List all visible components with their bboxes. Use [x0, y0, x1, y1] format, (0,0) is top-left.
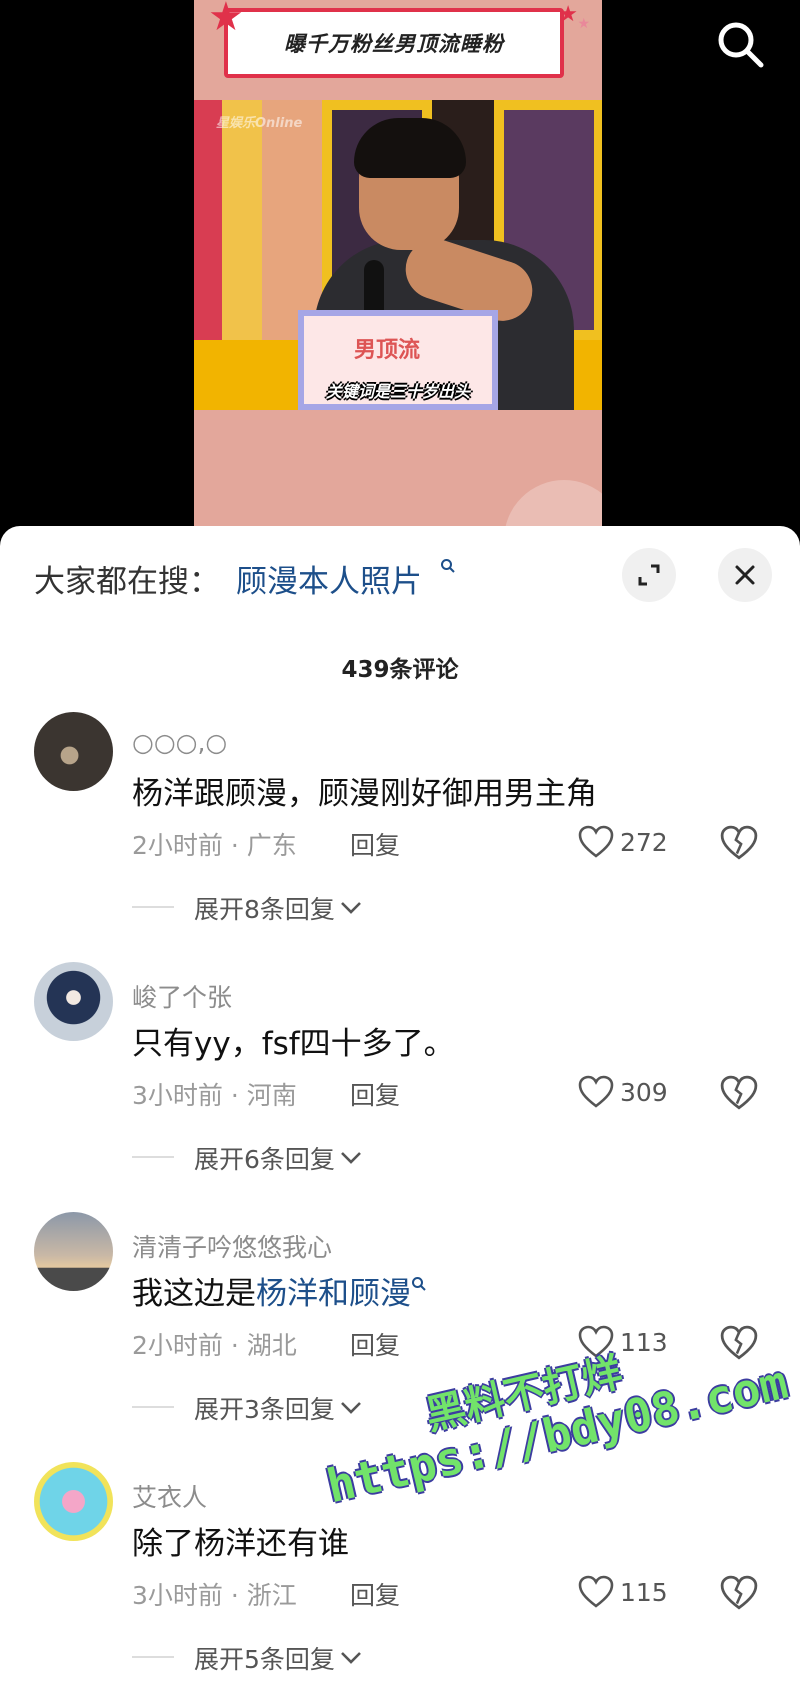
avatar[interactable] [34, 962, 113, 1041]
comment-meta: 2小时前 · 广东 [132, 831, 297, 860]
video-banner: ★ 曝千万粉丝男顶流睡粉 ★ ★ [208, 0, 590, 86]
comment-item: 峻了个张 只有yy，fsf四十多了。 3小时前 · 河南 回复 309 展开6条… [0, 962, 800, 1212]
like-button[interactable]: 309 [578, 1072, 668, 1112]
reply-button[interactable]: 回复 [350, 1576, 400, 1612]
star-icon: ★ [577, 16, 590, 32]
avatar[interactable] [34, 1212, 113, 1291]
video-frame[interactable]: ★ 曝千万粉丝男顶流睡粉 ★ ★ 男顶流 星娱乐Online 关键词是三十岁出头 [194, 0, 602, 540]
broken-heart-icon [720, 825, 758, 860]
comment-meta: 2小时前 · 湖北 [132, 1331, 297, 1360]
comment-username[interactable]: 清清子吟悠悠我心 [132, 1228, 332, 1264]
video-banner-title: 曝千万粉丝男顶流睡粉 [284, 32, 504, 56]
broken-heart-icon [720, 1575, 758, 1610]
expand-icon [638, 564, 660, 586]
dislike-button[interactable] [720, 1574, 758, 1612]
search-small-icon [411, 1277, 427, 1297]
chevron-down-icon [340, 1402, 361, 1414]
heart-icon [578, 1325, 614, 1358]
comment-text: 除了杨洋还有谁 [132, 1526, 349, 1562]
star-icon: ★ [558, 2, 578, 27]
star-icon: ★ [208, 0, 244, 40]
expand-replies-button[interactable]: 展开5条回复 [132, 1640, 363, 1676]
like-button[interactable]: 115 [578, 1572, 668, 1612]
dislike-button[interactable] [720, 824, 758, 862]
comment-username[interactable]: 艾衣人 [132, 1478, 207, 1514]
like-count: 272 [620, 827, 668, 857]
video-player[interactable]: ★ 曝千万粉丝男顶流睡粉 ★ ★ 男顶流 星娱乐Online 关键词是三十岁出头 [0, 0, 800, 540]
search-suggestion-prefix: 大家都在搜： [34, 564, 220, 600]
like-button[interactable]: 113 [578, 1322, 668, 1362]
comment-meta: 3小时前 · 河南 [132, 1081, 297, 1110]
close-button[interactable] [718, 548, 772, 602]
avatar[interactable] [34, 712, 113, 791]
expand-button[interactable] [622, 548, 676, 602]
dislike-button[interactable] [720, 1074, 758, 1112]
chevron-down-icon [340, 1652, 361, 1664]
expand-replies-button[interactable]: 展开6条回复 [132, 1140, 363, 1176]
expand-replies-button[interactable]: 展开8条回复 [132, 890, 363, 926]
broken-heart-icon [720, 1075, 758, 1110]
chevron-down-icon [340, 902, 361, 914]
like-button[interactable]: 272 [578, 822, 668, 862]
like-count: 113 [620, 1327, 668, 1357]
video-subtitle: 关键词是三十岁出头 [325, 382, 470, 401]
comment-search-link[interactable]: 杨洋和顾漫 [256, 1276, 411, 1312]
heart-icon [578, 825, 614, 858]
comment-item: 清清子吟悠悠我心 我这边是杨洋和顾漫 2小时前 · 湖北 回复 113 展开3条… [0, 1212, 800, 1462]
search-suggestion-link[interactable]: 顾漫本人照片 [236, 556, 422, 601]
comment-text: 杨洋跟顾漫，顾漫刚好御用男主角 [132, 776, 597, 812]
search-small-icon [440, 558, 456, 578]
dislike-button[interactable] [720, 1324, 758, 1362]
video-scene: 男顶流 星娱乐Online 关键词是三十岁出头 [194, 100, 602, 410]
comment-text: 我这边是杨洋和顾漫 [132, 1268, 427, 1313]
search-icon [718, 22, 764, 68]
reply-button[interactable]: 回复 [350, 1326, 400, 1362]
comments-count: 439条评论 [341, 657, 459, 683]
comment-item: 艾衣人 除了杨洋还有谁 3小时前 · 浙江 回复 115 展开5条回复 [0, 1462, 800, 1692]
comment-item: ○○○,○ 杨洋跟顾漫，顾漫刚好御用男主角 2小时前 · 广东 回复 272 展… [0, 712, 800, 962]
search-button[interactable] [714, 18, 766, 70]
search-suggestion-bar: 大家都在搜： 顾漫本人照片 [0, 526, 800, 622]
reply-button[interactable]: 回复 [350, 1076, 400, 1112]
reply-button[interactable]: 回复 [350, 826, 400, 862]
comment-text: 只有yy，fsf四十多了。 [132, 1026, 455, 1062]
close-icon [735, 565, 755, 585]
heart-icon [578, 1075, 614, 1108]
channel-watermark: 星娱乐Online [216, 116, 303, 131]
avatar[interactable] [34, 1462, 113, 1541]
comment-meta: 3小时前 · 浙江 [132, 1581, 297, 1610]
broken-heart-icon [720, 1325, 758, 1360]
expand-replies-button[interactable]: 展开3条回复 [132, 1390, 363, 1426]
like-count: 115 [620, 1577, 668, 1607]
comments-panel: 大家都在搜： 顾漫本人照片 439条评论 ○○○,○ 杨洋跟顾漫，顾漫刚好御用男… [0, 526, 800, 1692]
heart-icon [578, 1575, 614, 1608]
like-count: 309 [620, 1077, 668, 1107]
comment-username[interactable]: 峻了个张 [132, 978, 232, 1014]
comment-username[interactable]: ○○○,○ [132, 728, 227, 757]
chevron-down-icon [340, 1152, 361, 1164]
